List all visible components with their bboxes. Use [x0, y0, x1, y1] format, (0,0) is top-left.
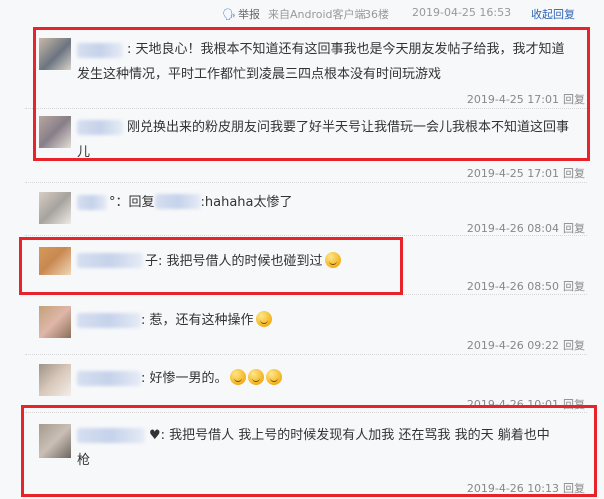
report-label: 举报 [237, 8, 260, 21]
reply-list: : 天地良心！我根本不知道还有这回事我也是今天朋友发帖子给我，我才知道发生这种情… [25, 26, 587, 499]
reply-item: ♥: 我把号借人 我上号的时候发现有人加我 还在骂我 我的天 躺着也中枪 201… [25, 412, 587, 498]
reply-prefix: 子: [145, 254, 167, 269]
reply-button[interactable]: 回复 [563, 482, 585, 495]
reply-prefix: : [141, 371, 150, 386]
username[interactable] [77, 313, 141, 328]
reply-time: 2019-4-26 08:04 [466, 222, 559, 235]
reply-content: 我把号借人的时候也碰到过 [166, 254, 323, 269]
report-link[interactable]: 🗣 举报 [222, 6, 260, 22]
reply-button[interactable]: 回复 [563, 93, 585, 106]
reply-time: 2019-4-25 17:01 [466, 167, 559, 180]
reply-time: 2019-4-26 09:22 [466, 339, 559, 352]
client-source: 来自Android客户端 [268, 8, 366, 21]
reply-meta: 2019-4-26 10:13 回复 [467, 480, 585, 496]
reply-item: °：回复 :hahaha太惨了 2019-4-26 08:04 回复 [25, 182, 587, 236]
reply-text: : 惹，还有这种操作 [141, 308, 571, 333]
reply-button[interactable]: 回复 [563, 280, 585, 293]
smile-emoji-icon [247, 369, 264, 385]
reply-button[interactable]: 回复 [563, 222, 585, 235]
reply-text: : 天地良心！我根本不知道还有这回事我也是今天朋友发帖子给我，我才知道发生这种情… [77, 37, 577, 87]
avatar[interactable] [39, 424, 71, 458]
reply-time: 2019-4-26 10:01 [466, 398, 559, 411]
reply-content: 天地良心！我根本不知道还有这回事我也是今天朋友发帖子给我，我才知道发生这种情况，… [77, 42, 565, 82]
reply-prefix: : [141, 313, 150, 328]
collapse-replies-link[interactable]: 收起回复 [531, 6, 575, 22]
smile-emoji-icon [265, 369, 282, 385]
reply-meta: 2019-4-26 09:22 回复 [467, 337, 585, 353]
reply-item: : 好惨一男的。 2019-4-26 10:01 回复 [25, 354, 587, 413]
reply-item: 子: 我把号借人的时候也碰到过 2019-4-26 08:50 回复 [25, 235, 587, 295]
avatar[interactable] [39, 116, 71, 148]
reply-time: 2019-4-26 10:13 [466, 482, 559, 495]
report-icon: 🗣 [222, 8, 236, 21]
post-time: 2019-04-25 16:53 [412, 6, 512, 19]
reply-content: 惹，还有这种操作 [149, 313, 254, 328]
reply-text: 子: 我把号借人的时候也碰到过 [145, 249, 575, 274]
username[interactable] [77, 195, 107, 210]
reply-prefix: ♥: [149, 428, 170, 443]
reply-content: :hahaha太惨了 [200, 195, 293, 210]
avatar[interactable] [39, 364, 71, 396]
reply-content: 我把号借人 我上号的时候发现有人加我 还在骂我 我的天 躺着也中枪 [77, 428, 550, 468]
reply-meta: 2019-4-25 17:01 回复 [467, 91, 585, 107]
reply-prefix: : [127, 42, 136, 57]
reply-content: 好惨一男的。 [149, 371, 228, 386]
reply-meta: 2019-4-26 08:04 回复 [467, 220, 585, 236]
reply-text: °：回复 :hahaha太惨了 [109, 190, 569, 215]
reply-meta: 2019-4-26 08:50 回复 [467, 278, 585, 294]
reply-item: : 惹，还有这种操作 2019-4-26 09:22 回复 [25, 294, 587, 355]
post-meta-bar: 🗣 举报 来自Android客户端 36楼 2019-04-25 16:53 收起… [0, 0, 604, 26]
smile-emoji-icon [324, 252, 341, 268]
reply-item: : 天地良心！我根本不知道还有这回事我也是今天朋友发帖子给我，我才知道发生这种情… [25, 26, 587, 109]
reply-prefix: °：回复 [109, 195, 155, 210]
reply-content: 刚兑换出来的粉皮朋友问我要了好半天号让我借玩一会儿我根本不知道这回事儿 [77, 120, 570, 160]
reply-time: 2019-4-26 08:50 [466, 280, 559, 293]
reply-text: 刚兑换出来的粉皮朋友问我要了好半天号让我借玩一会儿我根本不知道这回事儿 [77, 115, 577, 165]
username[interactable] [77, 371, 141, 386]
reply-meta: 2019-4-26 10:01 回复 [467, 396, 585, 412]
username[interactable] [77, 253, 143, 268]
avatar[interactable] [39, 192, 71, 224]
reply-time: 2019-4-25 17:01 [466, 93, 559, 106]
avatar[interactable] [39, 306, 71, 338]
reply-button[interactable]: 回复 [563, 339, 585, 352]
reply-button[interactable]: 回复 [563, 398, 585, 411]
floor-number: 36楼 [364, 8, 389, 21]
avatar[interactable] [39, 247, 71, 275]
reply-button[interactable]: 回复 [563, 167, 585, 180]
avatar[interactable] [39, 38, 71, 70]
mentioned-username[interactable] [154, 194, 201, 209]
reply-meta: 2019-4-25 17:01 回复 [467, 165, 585, 181]
smile-emoji-icon [255, 311, 272, 327]
reply-item: 刚兑换出来的粉皮朋友问我要了好半天号让我借玩一会儿我根本不知道这回事儿 2019… [25, 108, 587, 183]
reply-text: ♥: 我把号借人 我上号的时候发现有人加我 还在骂我 我的天 躺着也中枪 [77, 423, 561, 473]
reply-text: : 好惨一男的。 [141, 366, 571, 391]
smile-emoji-icon [229, 369, 246, 385]
